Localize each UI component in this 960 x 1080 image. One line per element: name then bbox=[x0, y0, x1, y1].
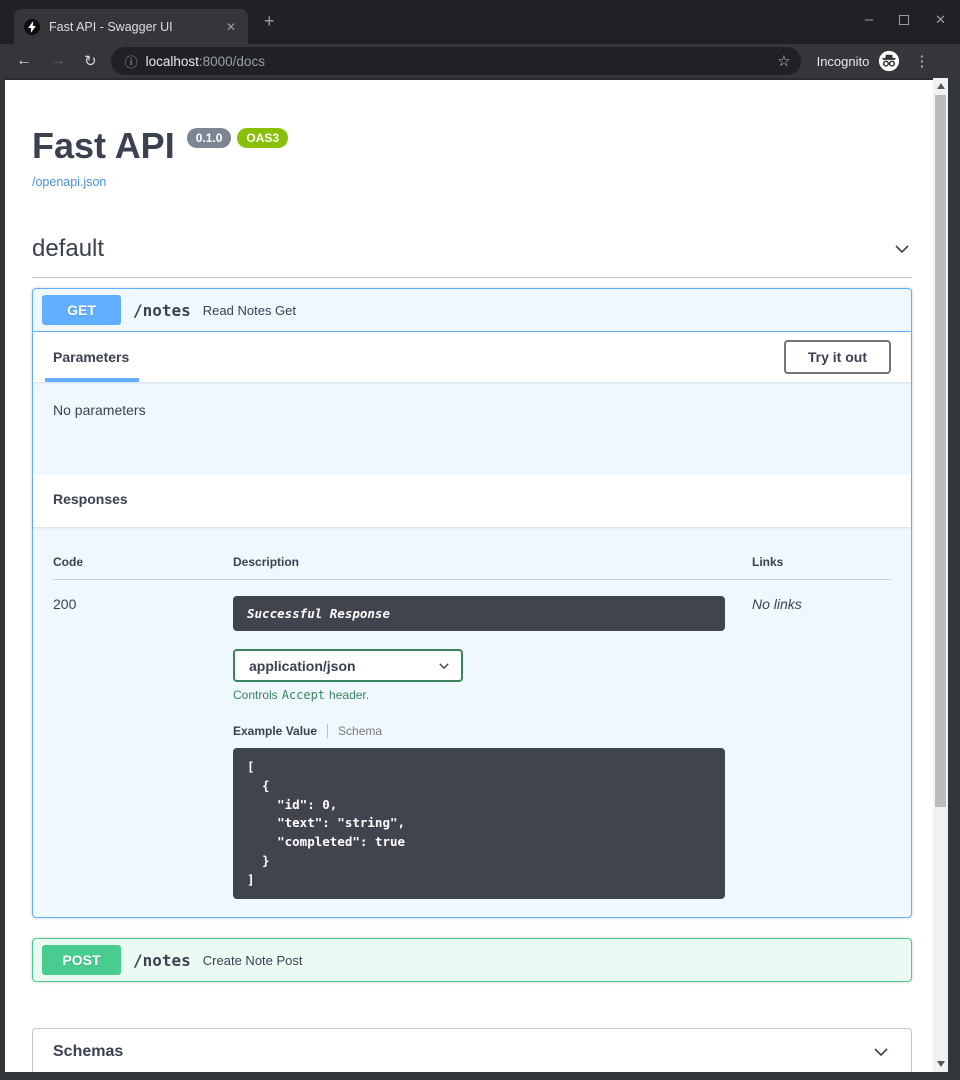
collapse-section-button[interactable] bbox=[892, 239, 912, 259]
incognito-indicator: Incognito bbox=[817, 50, 901, 72]
page-title: Fast API bbox=[32, 124, 175, 167]
post-summary: Create Note Post bbox=[203, 953, 303, 968]
schemas-section: Schemas Note bbox=[32, 1028, 912, 1072]
chevron-down-icon bbox=[892, 239, 912, 259]
column-code: Code bbox=[53, 555, 233, 569]
response-description: Successful Response bbox=[233, 596, 725, 631]
response-description-cell: Successful Response application/json Con… bbox=[233, 596, 752, 899]
tag-name: default bbox=[32, 235, 104, 263]
version-badge: 0.1.0 bbox=[187, 128, 232, 148]
chevron-down-icon bbox=[871, 1042, 891, 1062]
url-path: :8000/docs bbox=[199, 54, 265, 69]
method-get-badge: GET bbox=[42, 295, 121, 325]
responses-table-header: Code Description Links bbox=[53, 547, 891, 580]
incognito-label: Incognito bbox=[817, 54, 870, 69]
address-bar[interactable]: ⓘ localhost :8000/docs ☆ bbox=[111, 47, 801, 75]
new-tab-button[interactable]: + bbox=[264, 12, 275, 30]
tab-schema[interactable]: Schema bbox=[338, 724, 382, 738]
scrollbar-thumb[interactable] bbox=[935, 95, 946, 807]
forward-icon[interactable]: → bbox=[50, 53, 66, 69]
browser-window: Fast API - Swagger UI ✕ + – ✕ ← → ↻ ⓘ lo… bbox=[0, 0, 960, 1080]
column-description: Description bbox=[233, 555, 752, 569]
accept-hint-code: Accept bbox=[282, 688, 325, 702]
parameters-active-underline bbox=[45, 378, 139, 382]
url-host: localhost bbox=[146, 54, 199, 69]
oas3-badge: OAS3 bbox=[237, 128, 288, 148]
get-path: /notes bbox=[133, 301, 191, 320]
window-controls: – ✕ bbox=[865, 12, 946, 27]
responses-header: Responses bbox=[33, 475, 911, 527]
try-it-out-button[interactable]: Try it out bbox=[784, 340, 891, 374]
reload-icon[interactable]: ↻ bbox=[84, 54, 97, 69]
scroll-up-arrow-icon[interactable] bbox=[933, 78, 948, 94]
post-summary-row[interactable]: POST /notes Create Note Post bbox=[33, 939, 911, 981]
bookmark-star-icon[interactable]: ☆ bbox=[777, 52, 790, 70]
method-post-badge: POST bbox=[42, 945, 121, 975]
accept-hint-suffix: header. bbox=[329, 688, 369, 702]
response-code: 200 bbox=[53, 596, 233, 899]
minimize-icon[interactable]: – bbox=[865, 12, 873, 27]
response-row-200: 200 Successful Response application/json… bbox=[53, 580, 891, 899]
accept-hint-prefix: Controls bbox=[233, 688, 278, 702]
page-scrollbar[interactable] bbox=[933, 78, 948, 1072]
tab-strip: Fast API - Swagger UI ✕ + – ✕ bbox=[0, 0, 960, 44]
example-json: [ { "id": 0, "text": "string", "complete… bbox=[247, 758, 711, 889]
example-value-block: [ { "id": 0, "text": "string", "complete… bbox=[233, 748, 725, 899]
incognito-icon bbox=[878, 50, 900, 72]
responses-body: Code Description Links 200 Successful Re… bbox=[33, 527, 911, 917]
select-chevron-down-icon bbox=[437, 659, 451, 673]
scroll-down-arrow-icon[interactable] bbox=[933, 1056, 948, 1072]
browser-menu-icon[interactable]: ⋮ bbox=[914, 52, 929, 70]
accept-header-hint: Controls Accept header. bbox=[233, 688, 752, 702]
media-type-selected: application/json bbox=[249, 658, 356, 674]
collapse-schemas-button[interactable] bbox=[871, 1042, 891, 1062]
post-path: /notes bbox=[133, 951, 191, 970]
openapi-spec-link[interactable]: /openapi.json bbox=[32, 175, 106, 189]
opblock-post-notes: POST /notes Create Note Post bbox=[32, 938, 912, 982]
get-summary-row[interactable]: GET /notes Read Notes Get bbox=[33, 289, 911, 332]
site-info-icon[interactable]: ⓘ bbox=[125, 52, 138, 71]
fastapi-favicon-icon bbox=[24, 19, 40, 35]
opblock-get-notes: GET /notes Read Notes Get Parameters Try… bbox=[32, 288, 912, 918]
tag-section-header[interactable]: default bbox=[32, 235, 912, 278]
close-window-icon[interactable]: ✕ bbox=[935, 13, 946, 26]
api-info: Fast API 0.1.0 OAS3 /openapi.json bbox=[32, 80, 912, 191]
tab-divider bbox=[327, 724, 328, 738]
response-links: No links bbox=[752, 596, 891, 899]
media-type-select[interactable]: application/json bbox=[233, 649, 463, 682]
no-parameters-text: No parameters bbox=[53, 402, 146, 418]
tab-close-icon[interactable]: ✕ bbox=[224, 19, 238, 35]
responses-title: Responses bbox=[53, 491, 128, 507]
maximize-icon[interactable] bbox=[899, 15, 909, 25]
parameters-body: No parameters bbox=[33, 382, 911, 475]
parameters-title: Parameters bbox=[53, 349, 129, 365]
parameters-header: Parameters Try it out bbox=[33, 332, 911, 382]
swagger-page: Fast API 0.1.0 OAS3 /openapi.json defaul… bbox=[5, 78, 933, 1072]
schemas-header[interactable]: Schemas bbox=[33, 1029, 911, 1072]
badges: 0.1.0 OAS3 bbox=[187, 128, 288, 148]
browser-toolbar: ← → ↻ ⓘ localhost :8000/docs ☆ Incognito… bbox=[0, 44, 960, 78]
tab-title: Fast API - Swagger UI bbox=[49, 20, 215, 34]
back-icon[interactable]: ← bbox=[16, 53, 32, 69]
tab-example-value[interactable]: Example Value bbox=[233, 724, 317, 738]
get-summary: Read Notes Get bbox=[203, 303, 296, 318]
example-schema-tabs: Example Value Schema bbox=[233, 724, 752, 738]
browser-tab[interactable]: Fast API - Swagger UI ✕ bbox=[14, 9, 248, 44]
schemas-title: Schemas bbox=[53, 1043, 123, 1061]
column-links: Links bbox=[752, 555, 891, 569]
